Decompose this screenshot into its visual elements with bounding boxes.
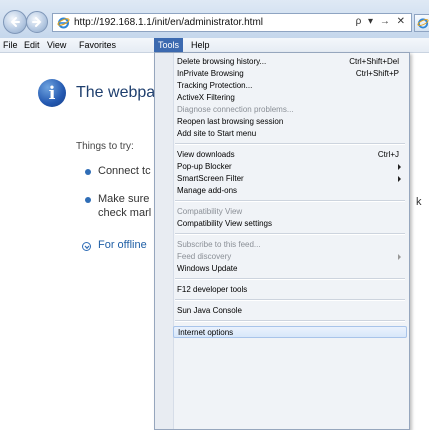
menu-item-label: Windows Update (177, 264, 238, 273)
menu-file[interactable]: File (3, 40, 18, 50)
forward-arrow-icon (32, 17, 42, 27)
menu-item-subscribe-to-this-feed: Subscribe to this feed... (173, 239, 407, 251)
back-button[interactable] (3, 10, 27, 34)
menu-item-label: Manage add-ons (177, 186, 238, 195)
menu-item-view-downloads[interactable]: View downloads Ctrl+J (173, 149, 407, 161)
menu-item-compatibility-view-settings[interactable]: Compatibility View settings (173, 218, 407, 230)
menu-item-label: ActiveX Filtering (177, 93, 235, 102)
menu-separator (175, 233, 405, 235)
menu-item-activex-filtering[interactable]: ActiveX Filtering (173, 92, 407, 104)
menu-tools[interactable]: Tools (154, 38, 184, 53)
menu-item-compatibility-view: Compatibility View (173, 206, 407, 218)
page-title: The webpag (76, 84, 165, 101)
suggestion-make-sure: Make sure (98, 193, 150, 205)
menu-item-label: F12 developer tools (177, 285, 248, 294)
menu-favorites[interactable]: Favorites (79, 40, 116, 50)
address-url[interactable]: http://192.168.1.1/init/en/administrator… (74, 17, 263, 28)
menu-icon-gutter (155, 53, 174, 429)
menu-item-delete-browsing-history[interactable]: Delete browsing history... Ctrl+Shift+Del (173, 56, 407, 68)
menu-item-label: Compatibility View (177, 207, 243, 216)
menu-item-windows-update[interactable]: Windows Update (173, 263, 407, 275)
menu-item-add-site-to-start-menu[interactable]: Add site to Start menu (173, 128, 407, 140)
menu-item-label: Add site to Start menu (177, 129, 257, 138)
browser-toolbar: http://192.168.1.1/init/en/administrator… (0, 0, 429, 38)
info-icon: i (38, 79, 66, 107)
forward-button[interactable] (26, 11, 48, 33)
menu-item-manage-add-ons[interactable]: Manage add-ons (173, 185, 407, 197)
menu-bar: File Edit View Favorites Tools Help (0, 38, 429, 53)
menu-item-reopen-last-browsing-session[interactable]: Reopen last browsing session (173, 116, 407, 128)
ie-logo-icon (57, 17, 70, 29)
ie-logo-icon (417, 18, 429, 29)
menu-item-shortcut: Ctrl+J (377, 150, 399, 159)
bullet-icon (85, 197, 91, 203)
menu-item-label: Reopen last browsing session (177, 117, 284, 126)
menu-item-label: Tracking Protection... (177, 81, 253, 90)
suggestion-check-mark: check marl (98, 207, 152, 219)
menu-item-feed-discovery: Feed discovery (173, 251, 407, 263)
submenu-arrow-icon (398, 164, 401, 170)
submenu-arrow-icon (398, 254, 401, 260)
menu-separator (175, 320, 405, 322)
menu-separator (175, 278, 405, 280)
menu-item-smartscreen-filter[interactable]: SmartScreen Filter (173, 173, 407, 185)
menu-separator (175, 299, 405, 301)
menu-item-label: Compatibility View settings (177, 219, 273, 228)
chevron-down-circle-icon[interactable] (82, 242, 91, 251)
menu-item-label: View downloads (177, 150, 235, 159)
menu-item-label: Subscribe to this feed... (177, 240, 261, 249)
address-bar[interactable]: http://192.168.1.1/init/en/administrator… (52, 13, 412, 32)
back-arrow-icon (10, 17, 20, 27)
bullet-icon (85, 169, 91, 175)
offline-help-link[interactable]: For offline (98, 239, 147, 251)
address-controls[interactable]: ρ ▾ → ✕ (356, 16, 407, 27)
menu-item-diagnose-connection-problems: Diagnose connection problems... (173, 104, 407, 116)
things-to-try-heading: Things to try: (76, 141, 134, 152)
menu-item-label: Diagnose connection problems... (177, 105, 294, 114)
menu-item-label: Feed discovery (177, 252, 232, 261)
menu-item-tracking-protection[interactable]: Tracking Protection... (173, 80, 407, 92)
tools-menu: Delete browsing history... Ctrl+Shift+Del… (154, 52, 410, 430)
menu-item-label: Sun Java Console (177, 306, 242, 315)
menu-view[interactable]: View (47, 40, 66, 50)
submenu-arrow-icon (398, 176, 401, 182)
menu-item-inprivate-browsing[interactable]: InPrivate Browsing Ctrl+Shift+P (173, 68, 407, 80)
menu-item-label: Pop-up Blocker (177, 162, 232, 171)
menu-separator (175, 200, 405, 202)
menu-help[interactable]: Help (191, 40, 210, 50)
menu-item-internet-options[interactable]: Internet options (173, 326, 407, 338)
menu-item-f12-developer-tools[interactable]: F12 developer tools (173, 284, 407, 296)
menu-separator (175, 143, 405, 145)
menu-item-shortcut: Ctrl+Shift+Del (349, 57, 399, 66)
menu-item-label: Internet options (178, 328, 234, 337)
menu-item-pop-up-blocker[interactable]: Pop-up Blocker (173, 161, 407, 173)
menu-item-shortcut: Ctrl+Shift+P (355, 69, 399, 78)
browser-tab[interactable] (414, 14, 429, 32)
menu-item-sun-java-console[interactable]: Sun Java Console (173, 305, 407, 317)
menu-item-label: Delete browsing history... (177, 57, 267, 66)
menu-item-label: InPrivate Browsing (177, 69, 244, 78)
clipped-text: k (416, 196, 422, 208)
menu-item-label: SmartScreen Filter (177, 174, 244, 183)
menu-edit[interactable]: Edit (24, 40, 40, 50)
suggestion-connect: Connect tc (98, 165, 151, 177)
